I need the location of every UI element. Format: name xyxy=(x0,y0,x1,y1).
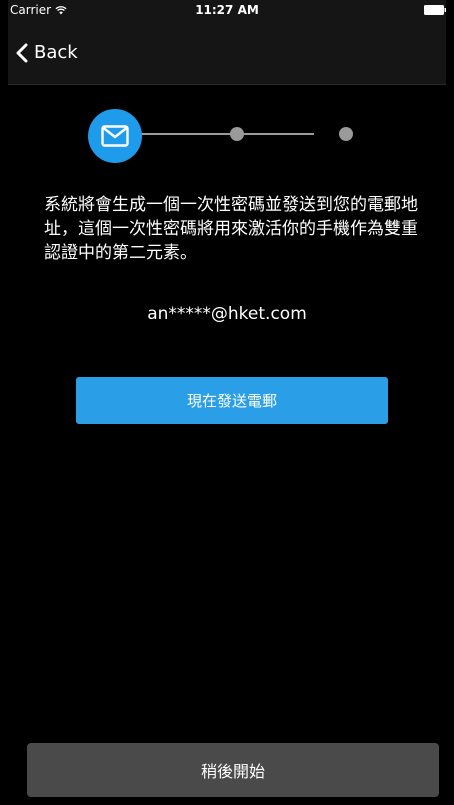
send-email-button[interactable]: 現在發送電郵 xyxy=(76,377,388,424)
start-later-button[interactable]: 稍後開始 xyxy=(27,743,439,797)
masked-email: an*****@hket.com xyxy=(147,304,307,324)
app-screen: Carrier 11:27 AM Back 系統將會生成一個一次性密碼並發送到您… xyxy=(8,0,446,805)
navigation-bar: Back xyxy=(8,20,446,85)
step-1-active xyxy=(88,109,142,163)
back-label: Back xyxy=(34,42,78,63)
stepper-line xyxy=(138,133,314,135)
progress-stepper xyxy=(88,109,358,163)
envelope-icon xyxy=(101,125,129,147)
battery-icon xyxy=(424,5,446,15)
step-2-dot xyxy=(230,127,244,141)
status-bar: Carrier 11:27 AM xyxy=(8,0,446,20)
step-3-dot xyxy=(339,127,353,141)
chevron-left-icon xyxy=(16,43,28,62)
clock: 11:27 AM xyxy=(195,3,259,17)
back-button[interactable]: Back xyxy=(16,42,78,63)
otp-description: 系統將會生成一個一次性密碼並發送到您的電郵地址，這個一次性密碼將用來激活你的手機… xyxy=(44,195,418,263)
